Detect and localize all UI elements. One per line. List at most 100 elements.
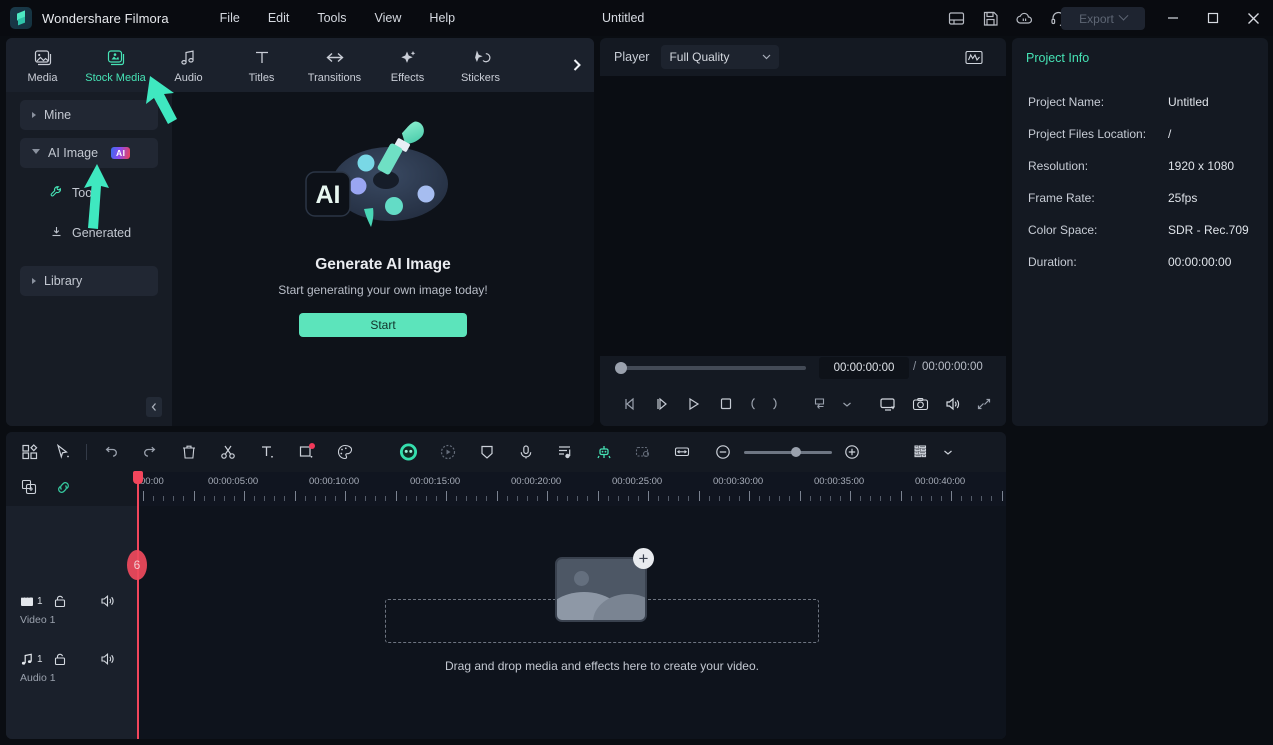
voice-record-icon[interactable] bbox=[516, 443, 535, 462]
ai-image-content: AI Generate AI Image Start generating yo… bbox=[172, 92, 594, 426]
chevron-left-icon[interactable] bbox=[146, 397, 162, 417]
ruler-mark: 00:00:25:00 bbox=[612, 476, 663, 487]
player-stage[interactable] bbox=[600, 76, 1006, 388]
waveform-scope-icon[interactable] bbox=[964, 49, 984, 71]
mask-icon[interactable] bbox=[477, 443, 496, 462]
lock-icon[interactable] bbox=[53, 594, 83, 608]
chevron-down-icon[interactable] bbox=[836, 390, 858, 418]
ruler-tick bbox=[718, 496, 720, 501]
minimize-button[interactable] bbox=[1153, 0, 1193, 36]
volume-icon[interactable] bbox=[936, 390, 968, 418]
render-bar-icon[interactable] bbox=[911, 443, 930, 462]
sidebar-item-mine[interactable]: Mine bbox=[20, 100, 158, 130]
tab-stickers[interactable]: Stickers bbox=[444, 38, 517, 92]
ruler-tick bbox=[981, 496, 983, 501]
quality-select[interactable]: Full Quality bbox=[661, 45, 780, 69]
close-button[interactable] bbox=[1233, 0, 1273, 36]
zoom-slider[interactable] bbox=[744, 447, 832, 457]
menu-help[interactable]: Help bbox=[416, 6, 468, 30]
layout-icon[interactable] bbox=[947, 9, 966, 28]
menu-view[interactable]: View bbox=[362, 6, 415, 30]
add-track-icon[interactable] bbox=[20, 478, 39, 497]
playhead-handle[interactable] bbox=[133, 471, 143, 484]
snapshot-icon[interactable] bbox=[904, 390, 936, 418]
zoom-slider-handle[interactable] bbox=[791, 447, 801, 457]
zoom-in-icon[interactable] bbox=[842, 443, 861, 462]
redo-icon[interactable] bbox=[140, 443, 159, 462]
link-chain-icon[interactable] bbox=[54, 478, 73, 497]
lock-icon[interactable] bbox=[53, 652, 83, 666]
tab-effects[interactable]: Effects bbox=[371, 38, 444, 92]
next-frame-icon[interactable] bbox=[646, 390, 678, 418]
info-value: 25fps bbox=[1168, 191, 1198, 205]
tab-project-info[interactable]: Project Info bbox=[1026, 51, 1089, 72]
ruler-tick bbox=[597, 491, 599, 501]
color-palette-icon[interactable] bbox=[335, 443, 354, 462]
sidebar-item-tool[interactable]: Tool bbox=[20, 178, 158, 208]
timeline-ruler[interactable]: 00:00 00:00:05:00 00:00:10:00 00:00:15:0… bbox=[137, 472, 1006, 506]
info-key: Frame Rate: bbox=[1028, 191, 1095, 205]
zoom-out-icon[interactable] bbox=[713, 443, 732, 462]
save-icon[interactable] bbox=[981, 9, 1000, 28]
play-icon[interactable] bbox=[678, 390, 710, 418]
keyframe-icon[interactable] bbox=[633, 443, 652, 462]
menu-file[interactable]: File bbox=[207, 6, 253, 30]
plus-circle-icon[interactable]: + bbox=[633, 548, 654, 569]
select-tool-icon[interactable] bbox=[53, 443, 72, 462]
sidebar-item-generated[interactable]: Generated bbox=[20, 218, 158, 248]
undo-icon[interactable] bbox=[101, 443, 120, 462]
track-header-audio-1: 1 Audio 1 bbox=[20, 652, 130, 684]
tab-titles[interactable]: Titles bbox=[225, 38, 298, 92]
fullscreen-icon[interactable] bbox=[968, 390, 1000, 418]
ruler-tick bbox=[314, 496, 316, 501]
ruler-tick bbox=[345, 491, 346, 501]
sidebar-item-ai-image[interactable]: AI Image AI bbox=[20, 138, 158, 168]
crop-tool-icon[interactable] bbox=[296, 442, 315, 462]
template-grid-icon[interactable] bbox=[20, 443, 39, 462]
record-dropdown-icon[interactable] bbox=[804, 390, 836, 418]
timeline-marker[interactable]: 6 bbox=[127, 550, 147, 580]
ruler-tick bbox=[870, 496, 872, 501]
ruler-tick bbox=[587, 496, 589, 501]
cloud-upload-icon[interactable] bbox=[1015, 9, 1034, 28]
screen-cast-icon[interactable] bbox=[872, 390, 904, 418]
player-scrubber[interactable] bbox=[615, 362, 806, 374]
sidebar-item-library[interactable]: Library bbox=[20, 266, 158, 296]
green-screen-icon[interactable] bbox=[594, 443, 613, 462]
split-scissors-icon[interactable] bbox=[218, 443, 237, 462]
menu-edit[interactable]: Edit bbox=[255, 6, 303, 30]
ai-face-icon[interactable] bbox=[399, 443, 418, 462]
menu-tools[interactable]: Tools bbox=[304, 6, 359, 30]
start-button[interactable]: Start bbox=[299, 313, 467, 337]
text-tool-icon[interactable] bbox=[257, 443, 276, 462]
mute-icon[interactable] bbox=[100, 652, 130, 666]
maximize-button[interactable] bbox=[1193, 0, 1233, 36]
tab-media[interactable]: Media bbox=[6, 38, 79, 92]
export-button[interactable]: Export bbox=[1061, 7, 1145, 30]
stop-icon[interactable] bbox=[710, 390, 742, 418]
motion-tracking-icon[interactable] bbox=[438, 443, 457, 462]
audio-beat-icon[interactable] bbox=[555, 443, 574, 462]
scrubber-handle[interactable] bbox=[615, 362, 627, 374]
mark-out-icon[interactable] bbox=[764, 390, 786, 418]
audio-track-icon[interactable]: 1 bbox=[20, 653, 50, 666]
ai-badge: AI bbox=[111, 147, 131, 159]
playhead[interactable]: 6 bbox=[127, 471, 147, 739]
delete-icon[interactable] bbox=[179, 443, 198, 462]
tab-stock-media[interactable]: Stock Media bbox=[79, 38, 152, 92]
mark-in-icon[interactable] bbox=[742, 390, 764, 418]
video-track-icon[interactable]: 1 bbox=[20, 595, 50, 608]
tab-label: Stock Media bbox=[85, 71, 146, 84]
chevron-right-icon[interactable] bbox=[568, 56, 586, 74]
ruler-mark: 00:00:35:00 bbox=[814, 476, 865, 487]
tab-transitions[interactable]: Transitions bbox=[298, 38, 371, 92]
fit-timeline-icon[interactable] bbox=[672, 443, 691, 462]
current-time[interactable]: 00:00:00:00 bbox=[819, 357, 909, 379]
tab-audio[interactable]: Audio bbox=[152, 38, 225, 92]
ruler-mark: 00:00:40:00 bbox=[915, 476, 966, 487]
sidebar-item-label: Generated bbox=[72, 226, 132, 240]
prev-frame-icon[interactable] bbox=[614, 390, 646, 418]
chevron-down-icon[interactable] bbox=[938, 443, 957, 462]
player-header: Player Full Quality bbox=[600, 38, 1006, 76]
mute-icon[interactable] bbox=[100, 594, 130, 608]
